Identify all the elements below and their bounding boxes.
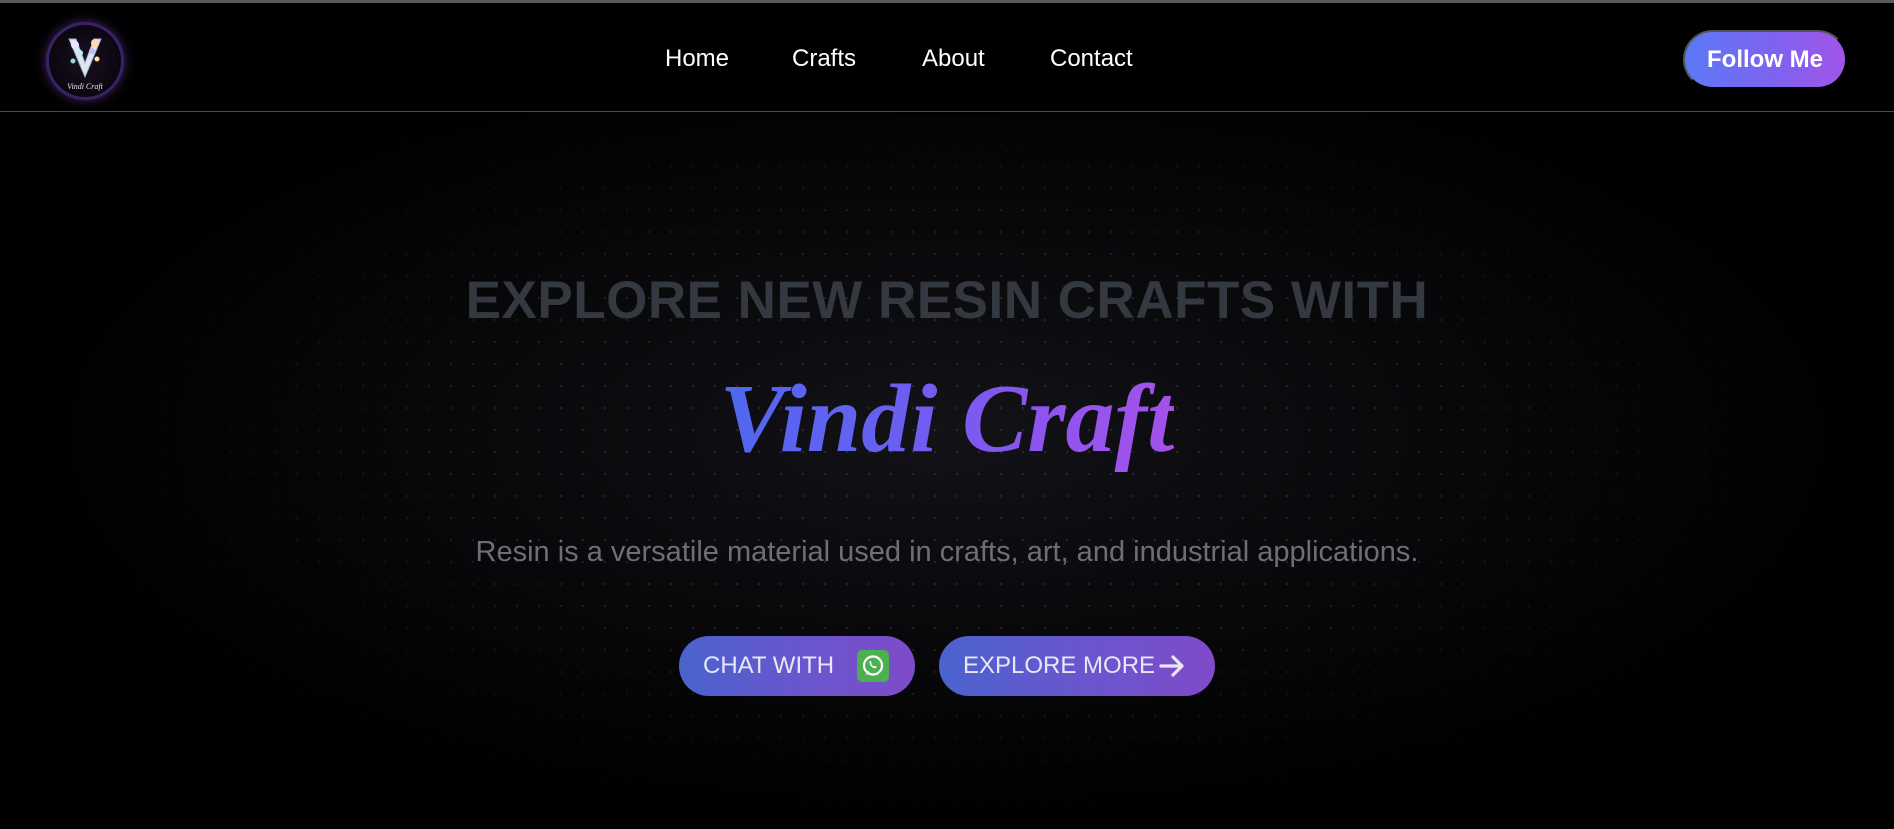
vindi-craft-logo[interactable]: Vindi Craft (49, 25, 121, 97)
explore-more-button[interactable]: EXPLORE MORE (939, 636, 1215, 696)
brand-title-text: Vindi Craft (719, 365, 1175, 473)
nav-about[interactable]: About (922, 45, 985, 73)
brand-title: Vindi Craft (0, 365, 1894, 474)
svg-text:Vindi Craft: Vindi Craft (67, 82, 103, 91)
explore-button-label: EXPLORE MORE (963, 652, 1156, 679)
arrow-right-icon (1158, 653, 1186, 679)
dot-grid-background (110, 133, 1790, 829)
hero-subtitle: Resin is a versatile material used in cr… (475, 536, 1419, 568)
hero-section: EXPLORE NEW RESIN CRAFTS WITH Vindi Craf… (0, 113, 1894, 829)
navbar: Vindi Craft Home Crafts About Contact Fo… (0, 3, 1894, 112)
hero-heading: EXPLORE NEW RESIN CRAFTS WITH (465, 271, 1429, 330)
whatsapp-icon (857, 650, 889, 682)
nav-contact[interactable]: Contact (1050, 45, 1133, 73)
chat-with-whatsapp-button[interactable]: CHAT WITH (679, 636, 915, 696)
nav-home[interactable]: Home (665, 45, 729, 73)
chat-button-label: CHAT WITH (703, 652, 835, 679)
follow-me-button[interactable]: Follow Me (1683, 30, 1847, 89)
nav-crafts[interactable]: Crafts (792, 45, 856, 73)
